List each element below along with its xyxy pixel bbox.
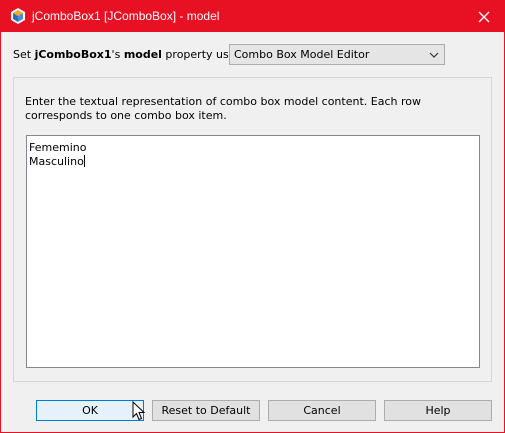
property-editor-label: Set jComboBox1 's model property using: — [13, 48, 249, 61]
close-button[interactable] — [464, 1, 504, 32]
title-bar[interactable]: jComboBox1 [JComboBox] - model — [1, 1, 504, 32]
dialog-window: jComboBox1 [JComboBox] - model Set jComb… — [0, 0, 505, 433]
mouse-pointer-icon — [132, 401, 145, 421]
editor-type-value: Combo Box Model Editor — [234, 48, 370, 61]
cancel-button[interactable]: Cancel — [268, 400, 376, 421]
window-title: jComboBox1 [JComboBox] - model — [32, 9, 220, 23]
label-prefix: Set — [13, 48, 35, 61]
chevron-down-icon — [429, 52, 439, 58]
model-editor-panel: Enter the textual representation of comb… — [13, 77, 492, 382]
instructions-text: Enter the textual representation of comb… — [25, 95, 421, 122]
component-name: jComboBox1 — [34, 48, 112, 61]
label-possessive: 's — [111, 48, 124, 61]
property-name: model — [123, 48, 162, 61]
netbeans-app-icon — [11, 8, 25, 24]
model-item-line: Fememino — [29, 141, 87, 154]
ok-button[interactable]: OK — [36, 400, 144, 421]
editor-type-dropdown[interactable]: Combo Box Model Editor — [229, 44, 445, 65]
close-icon — [478, 11, 490, 22]
model-textarea[interactable]: Fememino Masculino — [26, 135, 480, 368]
text-caret — [83, 155, 85, 167]
model-item-text: Masculino — [29, 155, 84, 168]
help-button[interactable]: Help — [384, 400, 492, 421]
model-item-line: Masculino — [29, 155, 85, 168]
reset-to-default-button[interactable]: Reset to Default — [152, 400, 260, 421]
